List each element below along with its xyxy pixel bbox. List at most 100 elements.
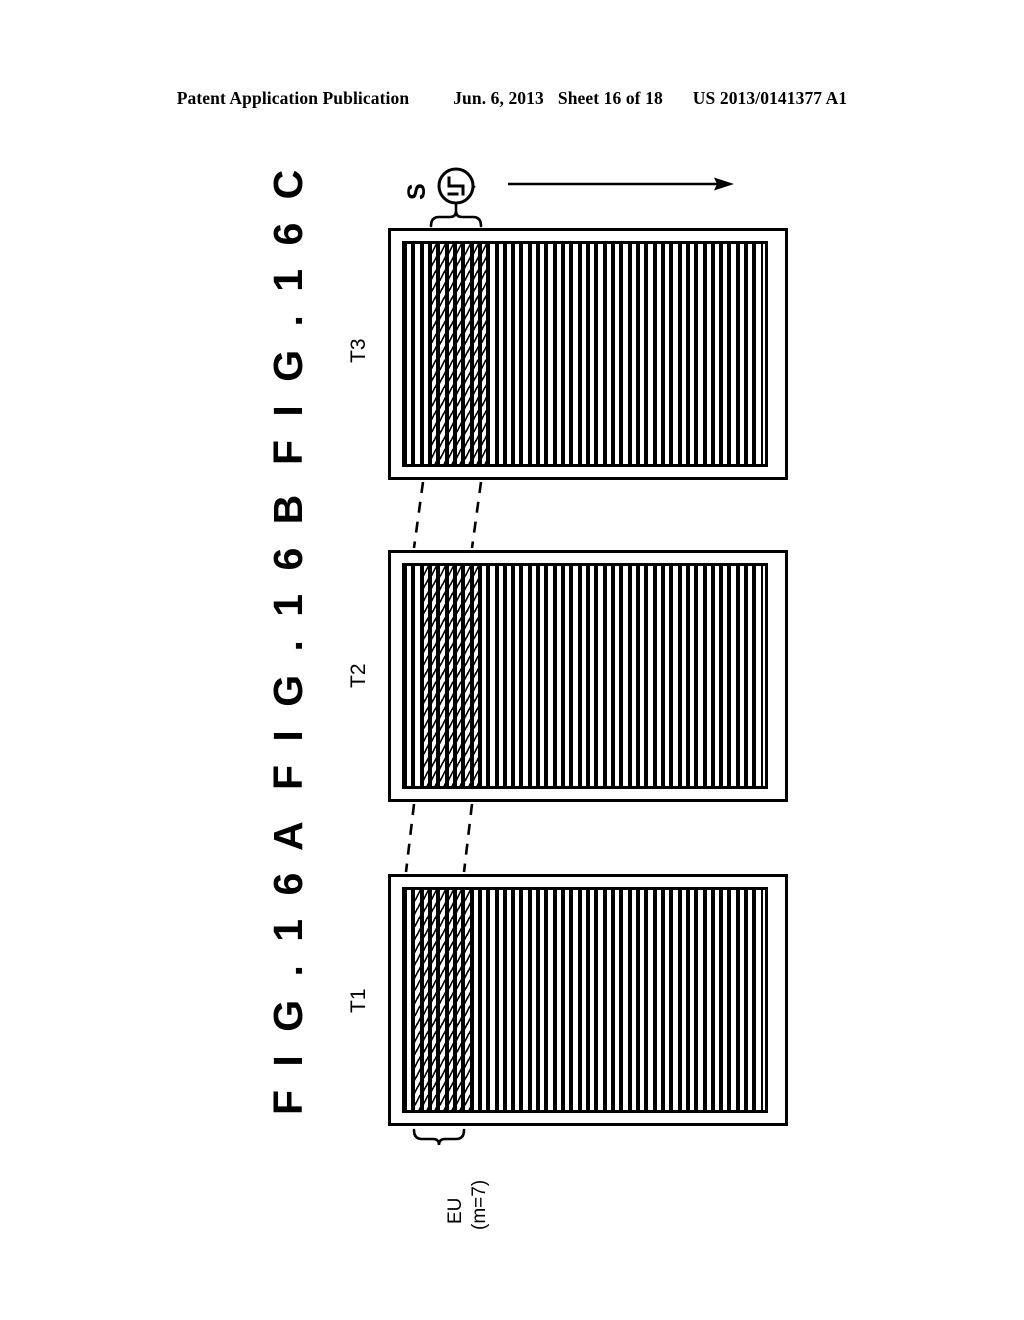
electrode-cell (704, 566, 713, 786)
electrode-cell (662, 890, 672, 1110)
electrode-cell (729, 890, 738, 1110)
electrode-cell-active (446, 244, 455, 464)
electrode-cell (588, 566, 597, 786)
panel-inner-frame-b (402, 563, 768, 789)
electrode-cell (479, 890, 489, 1110)
connector-dashed-b-a (404, 803, 474, 873)
electrode-cell (588, 244, 597, 464)
electrode-cell-active (429, 566, 439, 786)
electrode-cell (646, 566, 655, 786)
electrode-cell (671, 890, 680, 1110)
electrode-cell (721, 244, 730, 464)
electrode-cell (563, 890, 572, 1110)
electrode-cell (662, 566, 672, 786)
electrode-cell (679, 566, 688, 786)
electrode-cell (754, 890, 763, 1110)
electrode-cell (513, 244, 522, 464)
electrode-cell (746, 890, 755, 1110)
electrode-cell (754, 566, 763, 786)
electrode-cell (621, 890, 630, 1110)
electrode-cell (596, 566, 605, 786)
electrode-cell (679, 890, 688, 1110)
electrode-cell (529, 890, 539, 1110)
panel-fig16c (388, 228, 788, 480)
electrode-cell-active (438, 890, 447, 1110)
electrode-cell (529, 566, 539, 786)
electrode-cell (613, 566, 622, 786)
electrode-cell (413, 566, 422, 786)
electrode-cell (654, 890, 663, 1110)
electrode-cell (687, 244, 697, 464)
electrode-cell (754, 244, 763, 464)
electrode-cell-active (454, 244, 464, 464)
source-leader-line (451, 182, 476, 190)
electrode-cell-active (463, 890, 472, 1110)
electrode-cell (554, 566, 564, 786)
electrode-cell (538, 244, 547, 464)
electrode-cell (721, 890, 730, 1110)
electrode-cell-active (429, 244, 439, 464)
panel-inner-frame-a (402, 887, 768, 1113)
electrode-cell (579, 566, 589, 786)
unit-label-group: EU (m=7) (424, 1152, 494, 1232)
electrode-cell-active (413, 890, 422, 1110)
electrode-cell (654, 566, 663, 786)
source-symbol-icon (437, 167, 475, 216)
electrode-cell (646, 244, 655, 464)
figure-drawing-area: F I G . 1 6 A F I G . 1 6 B F I G . 1 6 … (0, 0, 1024, 1320)
electrode-cell-active (479, 244, 489, 464)
electrode-cell (496, 566, 505, 786)
electrode-cell (513, 566, 522, 786)
time-label-t3: T3 (347, 338, 370, 363)
time-label-t1: T1 (347, 988, 370, 1013)
electrode-cell (604, 244, 613, 464)
electrode-cell (563, 566, 572, 786)
electrode-cell (654, 244, 663, 464)
electrode-cell-active (454, 890, 464, 1110)
electrode-cell (662, 244, 672, 464)
figure-label-16a: F I G . 1 6 A (265, 815, 311, 1115)
electrode-cell (729, 244, 738, 464)
electrode-cell (579, 244, 589, 464)
unit-label-count: (m=7) (469, 1179, 490, 1230)
panel-inner-frame-c (402, 241, 768, 467)
electrode-cell (413, 244, 422, 464)
electrode-cell (687, 890, 697, 1110)
electrode-cell (737, 566, 747, 786)
electrode-cell (571, 890, 580, 1110)
electrode-cell (687, 566, 697, 786)
electrode-cell-active (446, 890, 455, 1110)
electrode-cell-active (421, 566, 430, 786)
electrode-cell-active (463, 244, 472, 464)
electrode-cell (704, 890, 713, 1110)
electrode-cell (604, 566, 613, 786)
electrode-cell (637, 244, 647, 464)
electrode-cell (679, 244, 688, 464)
electrode-cell (596, 890, 605, 1110)
electrode-cell (571, 566, 580, 786)
electrode-cell (746, 244, 755, 464)
electrode-cell-active (471, 244, 480, 464)
electrode-cell (604, 890, 613, 1110)
electrode-cell (546, 566, 555, 786)
electrode-cell (563, 244, 572, 464)
electrode-cell (646, 890, 655, 1110)
connector-dashed-c-b (412, 481, 483, 549)
electrode-cell-active (446, 566, 455, 786)
electrode-cell (521, 244, 530, 464)
electrode-cell (621, 566, 630, 786)
electrode-cell (579, 890, 589, 1110)
electrode-cell (588, 890, 597, 1110)
electrode-cell (479, 566, 489, 786)
source-span-brace (429, 210, 483, 228)
electrode-cell (405, 890, 414, 1110)
electrode-cell (513, 890, 522, 1110)
cell-array-c (405, 244, 763, 464)
electrode-cell (621, 244, 630, 464)
cell-array-b (405, 566, 763, 786)
electrode-cell (504, 244, 514, 464)
time-label-t2: T2 (347, 663, 370, 688)
electrode-cell (746, 566, 755, 786)
electrode-cell (596, 244, 605, 464)
electrode-cell (696, 244, 705, 464)
